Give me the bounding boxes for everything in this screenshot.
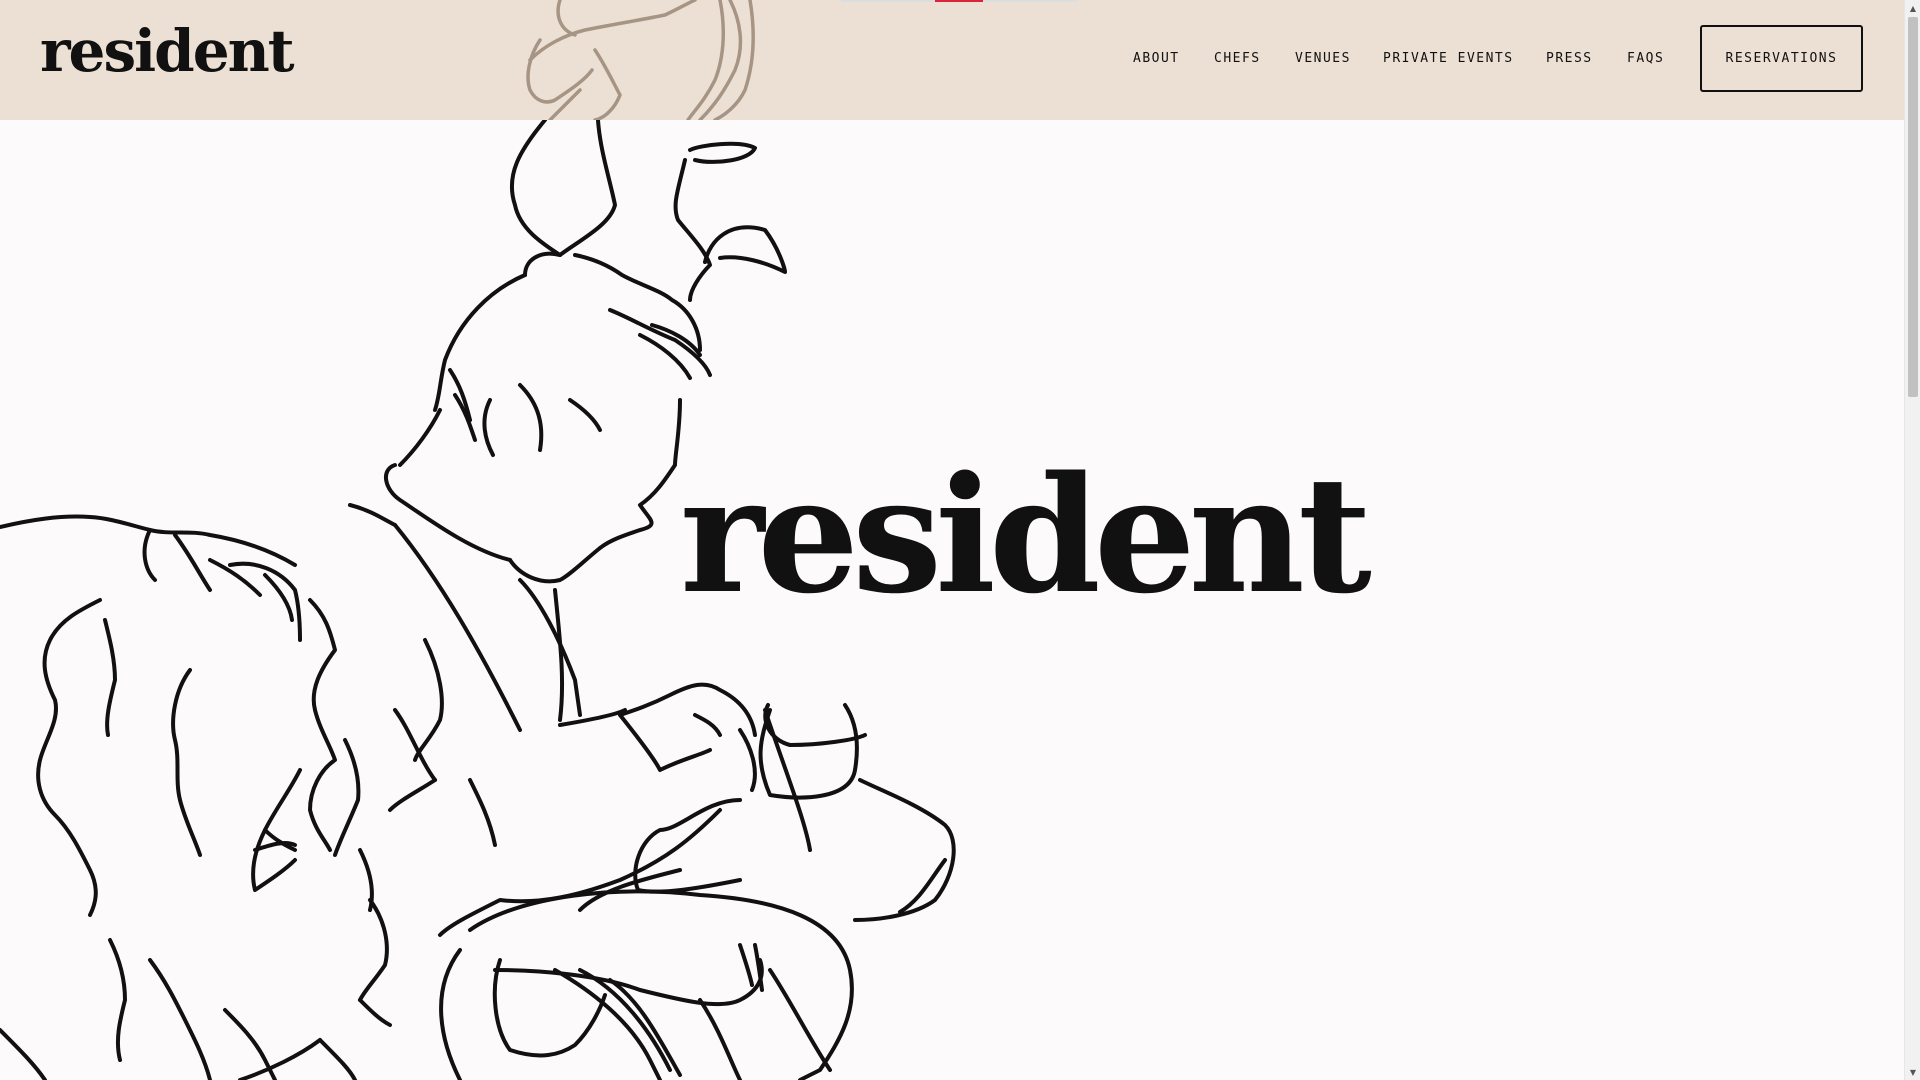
- site-header: resident ABOUT CHEFS VENUES PRIVATE EVEN…: [0, 0, 1904, 120]
- triangle-down-icon[interactable]: ▼: [1905, 1064, 1920, 1080]
- reservations-button[interactable]: RESERVATIONS: [1700, 25, 1863, 92]
- slideshow-progress-fill: [935, 0, 983, 2]
- nav-private-events[interactable]: PRIVATE EVENTS: [1383, 51, 1514, 66]
- nav-press[interactable]: PRESS: [1546, 51, 1593, 66]
- nav-venues[interactable]: VENUES: [1295, 51, 1351, 66]
- nav-chefs[interactable]: CHEFS: [1214, 51, 1261, 66]
- logo-link[interactable]: resident: [40, 22, 295, 80]
- hero-title: resident: [680, 441, 1372, 629]
- slideshow-progress-bar: [841, 0, 1077, 2]
- nav-faqs[interactable]: FAQS: [1627, 51, 1664, 66]
- vertical-scrollbar[interactable]: ▲ ▼: [1904, 0, 1920, 1080]
- nav-about[interactable]: ABOUT: [1133, 51, 1180, 66]
- scrollbar-thumb[interactable]: [1908, 17, 1918, 397]
- triangle-up-icon[interactable]: ▲: [1905, 0, 1920, 16]
- page-viewport: resident resident ABOUT CHEFS VENUES PRI…: [0, 0, 1904, 1080]
